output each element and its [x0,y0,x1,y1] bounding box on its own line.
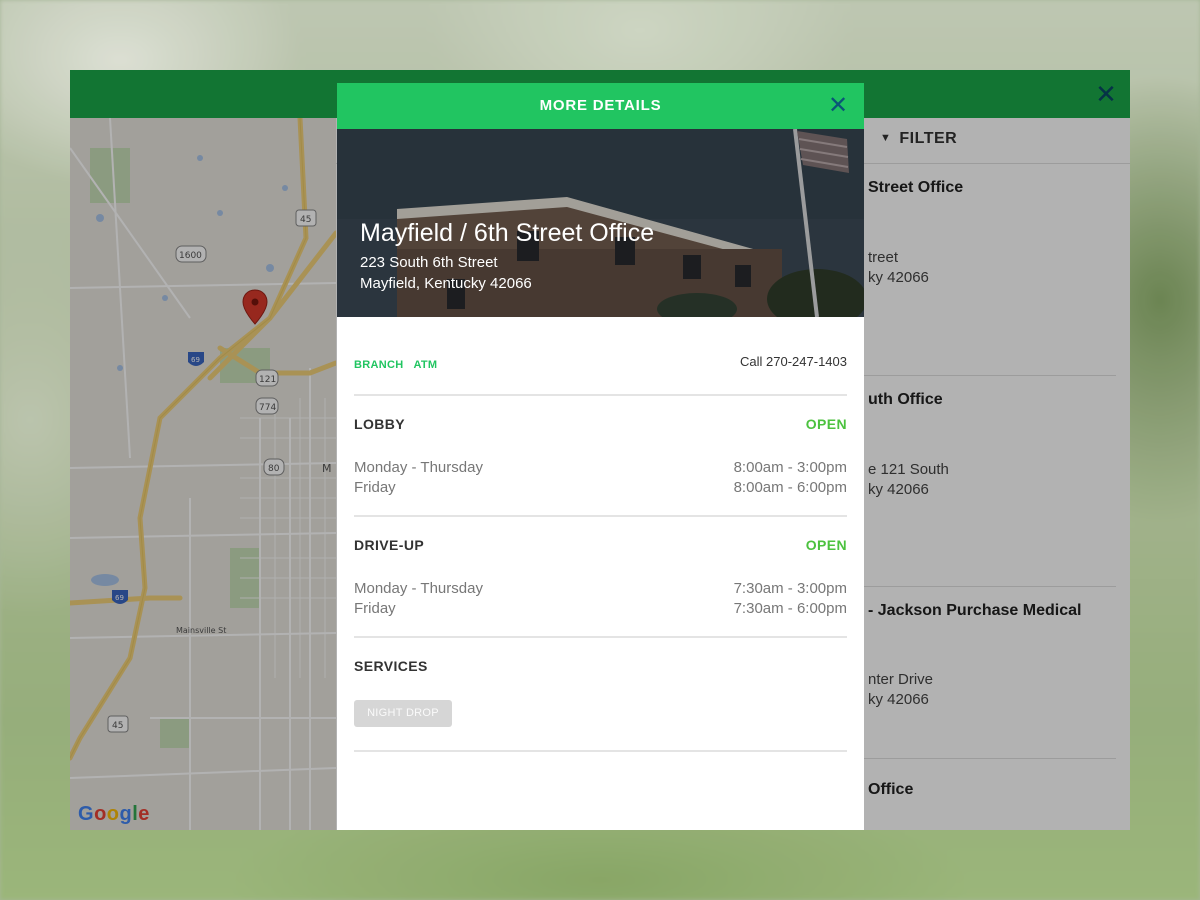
divider [354,394,847,396]
close-icon[interactable]: ✕ [824,92,852,120]
address-line1: 223 South 6th Street [360,254,498,271]
location-photo: Mayfield / 6th Street Office 223 South 6… [337,129,864,317]
lobby-hours: 8:00am - 3:00pm [733,459,847,476]
modal-title: MORE DETAILS [539,97,662,114]
call-link[interactable]: Call 270-247-1403 [740,354,847,369]
divider [354,750,847,752]
divider [354,515,847,517]
location-name: Mayfield / 6th Street Office [360,219,655,247]
more-details-modal: MORE DETAILS ✕ Mayfield / 6th Street Off… [337,83,864,830]
driveup-days: Friday [354,600,396,617]
driveup-days: Monday - Thursday [354,580,483,597]
driveup-title: DRIVE-UP [354,537,425,553]
divider [354,636,847,638]
location-tags: BRANCH ATM Call 270-247-1403 [354,354,847,375]
tag-branch: BRANCH [354,359,404,371]
lobby-status: OPEN [805,416,847,432]
driveup-status: OPEN [805,537,847,553]
services-title: SERVICES [354,658,428,674]
driveup-hours: 7:30am - 3:00pm [733,580,847,597]
modal-header: MORE DETAILS ✕ [337,83,864,129]
tag-atm: ATM [413,359,438,371]
address-line2: Mayfield, Kentucky 42066 [360,275,532,292]
driveup-hours: 7:30am - 6:00pm [733,600,847,617]
lobby-days: Monday - Thursday [354,459,483,476]
service-chip-night-drop: NIGHT DROP [354,700,452,727]
lobby-days: Friday [354,479,396,496]
lobby-hours: 8:00am - 6:00pm [733,479,847,496]
lobby-title: LOBBY [354,416,405,432]
